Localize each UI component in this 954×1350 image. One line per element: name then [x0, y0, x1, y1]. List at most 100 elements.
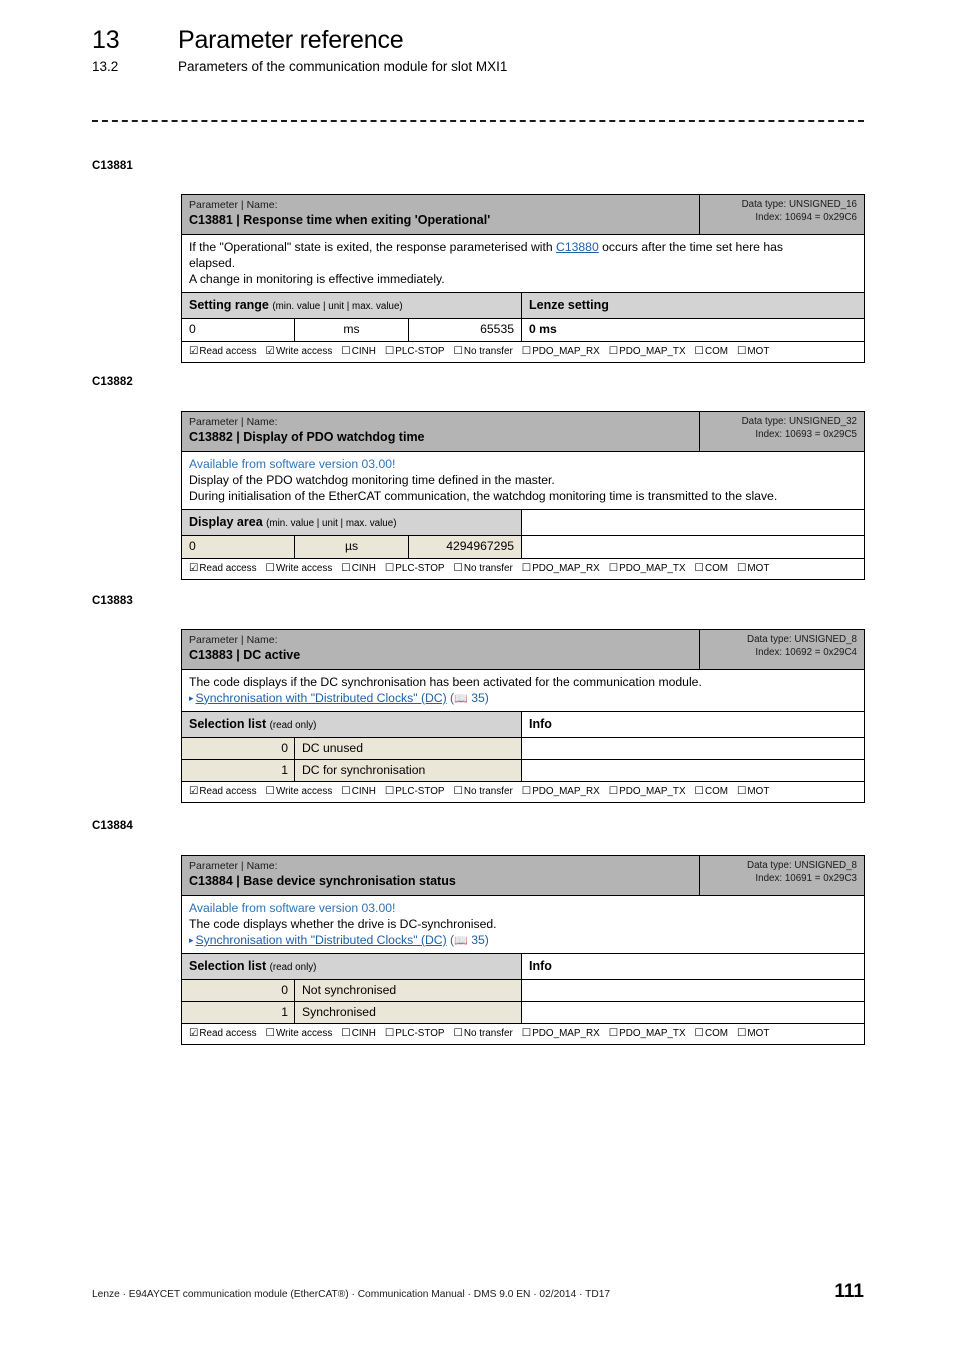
flag-mot: ☐MOT — [737, 785, 769, 799]
flag-write-access: ☑Write access — [266, 345, 333, 359]
checkbox-pdo-map-tx[interactable]: ☐ — [609, 785, 618, 797]
checkbox-write-access[interactable]: ☐ — [266, 785, 275, 797]
setting-range-values: 0 ms 65535 0 ms — [182, 319, 864, 343]
checkbox-cinh[interactable]: ☐ — [341, 345, 350, 357]
cross-reference-row[interactable]: ▸ Synchronisation with "Distributed Clock… — [189, 690, 857, 707]
selection-list-label: Selection list (read only) — [182, 712, 522, 738]
link-c13880[interactable]: C13880 — [556, 240, 599, 254]
param-code-label: C13884 — [92, 820, 133, 832]
checkbox-read-access[interactable]: ☑ — [189, 562, 198, 574]
page-footer: Lenze · E94AYCET communication module (E… — [92, 1281, 864, 1303]
checkbox-no-transfer[interactable]: ☐ — [453, 1027, 462, 1039]
flag-pdo-map-tx: ☐PDO_MAP_TX — [609, 1027, 686, 1041]
checkbox-read-access[interactable]: ☑ — [189, 785, 198, 797]
link-synchronisation-dc[interactable]: Synchronisation with "Distributed Clocks… — [196, 691, 447, 705]
table-row: 0 Not synchronised — [182, 980, 864, 1003]
flag-cinh: ☐CINH — [341, 1027, 376, 1041]
param-datatype: Data type: UNSIGNED_8 — [747, 634, 857, 645]
param-datatype: Data type: UNSIGNED_16 — [741, 199, 857, 210]
book-icon: 📖 — [454, 934, 468, 947]
description-line-3: During initialisation of the EtherCAT co… — [189, 488, 778, 503]
param-title-band: Parameter | Name: C13884 | Base device s… — [182, 856, 864, 896]
display-area-label: Display area (min. value | unit | max. v… — [182, 510, 522, 536]
selection-label: DC unused — [295, 738, 522, 760]
flag-label-cinh: CINH — [351, 563, 376, 575]
checkbox-no-transfer[interactable]: ☐ — [453, 562, 462, 574]
chapter-title: Parameter reference — [178, 26, 404, 54]
description-line-3: A change in monitoring is effective imme… — [189, 271, 445, 286]
link-synchronisation-dc[interactable]: Synchronisation with "Distributed Clocks… — [196, 933, 447, 947]
cross-reference-row[interactable]: ▸ Synchronisation with "Distributed Clock… — [189, 932, 857, 949]
chapter-heading: 13 Parameter reference — [92, 26, 882, 55]
description-line-1: The code displays if the DC synchronisat… — [189, 674, 702, 689]
param-index: Index: 10694 = 0x29C6 — [755, 211, 857, 223]
flag-write-access: ☐Write access — [266, 785, 333, 799]
checkbox-mot[interactable]: ☐ — [737, 345, 746, 357]
checkbox-com[interactable]: ☐ — [695, 1027, 704, 1039]
checkbox-cinh[interactable]: ☐ — [341, 1027, 350, 1039]
range-empty-cell — [522, 536, 864, 559]
selection-info — [522, 760, 864, 782]
param-title-left: Parameter | Name: C13883 | DC active — [182, 630, 699, 669]
flag-label-cinh: CINH — [351, 1028, 376, 1040]
checkbox-read-access[interactable]: ☑ — [189, 1027, 198, 1039]
checkbox-no-transfer[interactable]: ☐ — [453, 785, 462, 797]
table-row: 0 DC unused — [182, 738, 864, 761]
flag-label-mot: MOT — [747, 563, 770, 575]
checkbox-com[interactable]: ☐ — [695, 562, 704, 574]
param-code-label: C13883 — [92, 595, 133, 607]
checkbox-read-access[interactable]: ☑ — [189, 345, 198, 357]
checkbox-pdo-map-tx[interactable]: ☐ — [609, 562, 618, 574]
param-table-c13882: Parameter | Name: C13882 | Display of PD… — [181, 411, 865, 581]
flag-read-access: ☑Read access — [189, 1027, 257, 1041]
lenze-setting-title: Lenze setting — [529, 298, 609, 313]
flag-label-pdo-map-rx: PDO_MAP_RX — [532, 346, 600, 358]
access-flags-row: ☑Read access ☐Write access ☐CINH ☐PLC-STOP ☐… — [182, 1024, 864, 1044]
flag-label-cinh: CINH — [351, 346, 376, 358]
flag-label-cinh: CINH — [351, 786, 376, 798]
checkbox-cinh[interactable]: ☐ — [341, 562, 350, 574]
flag-mot: ☐MOT — [737, 562, 769, 576]
selection-list-subtitle: (read only) — [269, 962, 317, 974]
param-index: Index: 10691 = 0x29C3 — [755, 872, 857, 884]
flag-label-plc-stop: PLC-STOP — [395, 1028, 445, 1040]
checkbox-mot[interactable]: ☐ — [737, 562, 746, 574]
checkbox-pdo-map-tx[interactable]: ☐ — [609, 1027, 618, 1039]
flag-mot: ☐MOT — [737, 345, 769, 359]
param-title-main: C13884 | Base device synchronisation sta… — [189, 874, 456, 889]
checkbox-pdo-map-rx[interactable]: ☐ — [522, 562, 531, 574]
param-code-label: C13882 — [92, 376, 133, 388]
param-description: Available from software version 03.00! T… — [182, 896, 864, 955]
checkbox-write-access[interactable]: ☐ — [266, 1027, 275, 1039]
flag-pdo-map-rx: ☐PDO_MAP_RX — [522, 785, 600, 799]
checkbox-no-transfer[interactable]: ☐ — [453, 345, 462, 357]
param-description: Available from software version 03.00! D… — [182, 452, 864, 511]
checkbox-mot[interactable]: ☐ — [737, 1027, 746, 1039]
checkbox-pdo-map-tx[interactable]: ☐ — [609, 345, 618, 357]
flag-plc-stop: ☐PLC-STOP — [385, 562, 445, 576]
checkbox-plc-stop[interactable]: ☐ — [385, 562, 394, 574]
param-description: The code displays if the DC synchronisat… — [182, 670, 864, 713]
checkbox-plc-stop[interactable]: ☐ — [385, 1027, 394, 1039]
lenze-setting-label: Lenze setting — [522, 293, 864, 318]
checkbox-write-access[interactable]: ☑ — [266, 345, 275, 357]
checkbox-plc-stop[interactable]: ☐ — [385, 785, 394, 797]
display-area-title: Display area — [189, 515, 267, 530]
param-index: Index: 10693 = 0x29C5 — [755, 428, 857, 440]
flag-label-pdo-map-tx: PDO_MAP_TX — [619, 563, 686, 575]
selection-list-title: Selection list — [189, 959, 270, 974]
checkbox-mot[interactable]: ☐ — [737, 785, 746, 797]
checkbox-cinh[interactable]: ☐ — [341, 785, 350, 797]
checkbox-com[interactable]: ☐ — [695, 345, 704, 357]
selection-label: DC for synchronisation — [295, 760, 522, 782]
checkbox-pdo-map-rx[interactable]: ☐ — [522, 1027, 531, 1039]
flag-no-transfer: ☐No transfer — [453, 1027, 512, 1041]
checkbox-write-access[interactable]: ☐ — [266, 562, 275, 574]
book-icon: 📖 — [454, 692, 468, 705]
checkbox-pdo-map-rx[interactable]: ☐ — [522, 345, 531, 357]
selection-label: Not synchronised — [295, 980, 522, 1002]
checkbox-pdo-map-rx[interactable]: ☐ — [522, 785, 531, 797]
checkbox-com[interactable]: ☐ — [695, 785, 704, 797]
selection-info — [522, 738, 864, 760]
checkbox-plc-stop[interactable]: ☐ — [385, 345, 394, 357]
